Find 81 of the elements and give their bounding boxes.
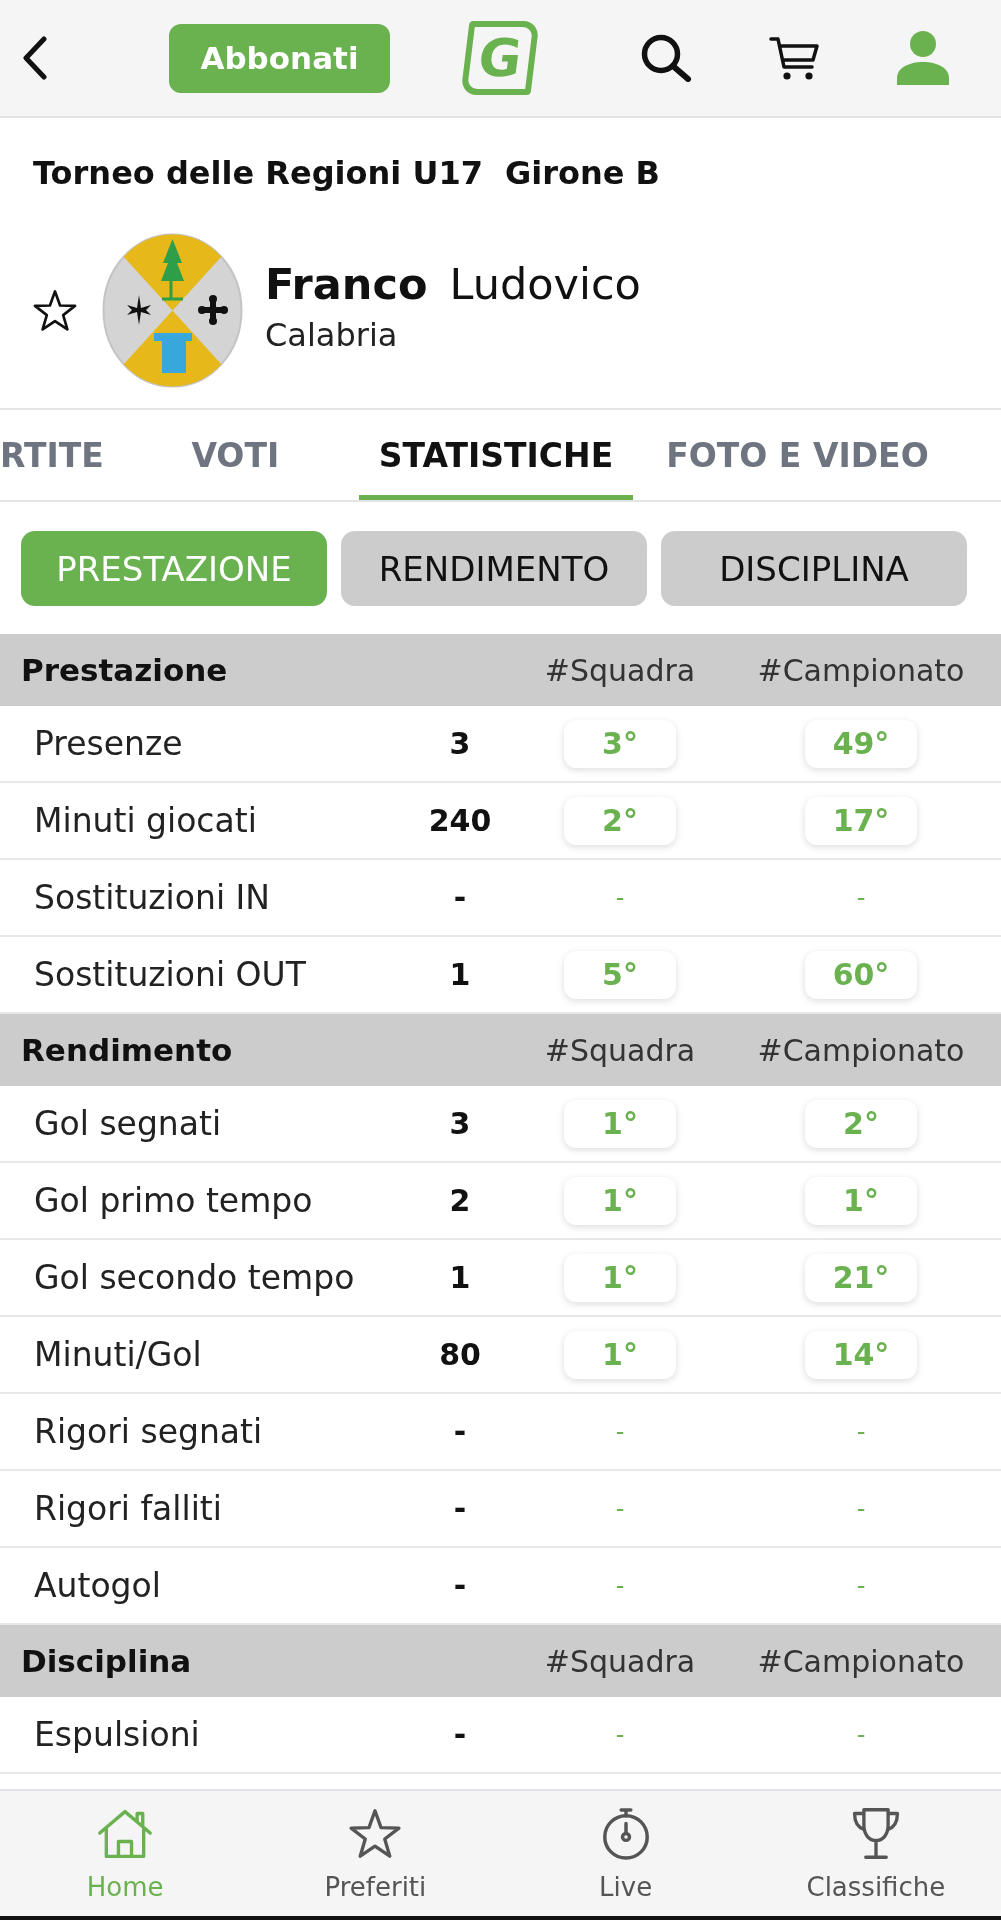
stat-value: -: [453, 1414, 467, 1449]
subscribe-button[interactable]: Abbonati: [169, 23, 390, 93]
nav-item[interactable]: Classifiche: [750, 1791, 1001, 1916]
nav-item[interactable]: Home: [0, 1791, 251, 1916]
column-header: #Squadra: [544, 1032, 696, 1068]
rank-badge: 60°: [805, 950, 917, 999]
rank-text: -: [615, 1494, 625, 1523]
stat-value: 3: [449, 1106, 471, 1141]
section-title: Disciplina: [21, 1643, 193, 1679]
filter-button[interactable]: DISCIPLINA: [661, 531, 967, 606]
stat-value: -: [453, 1568, 467, 1603]
column-header: #Campionato: [757, 652, 965, 688]
stat-label: Gol secondo tempo: [34, 1258, 356, 1297]
stat-value: 2: [449, 1183, 471, 1218]
stat-label: Minuti giocati: [34, 801, 258, 840]
rank-badge: 3°: [564, 719, 676, 768]
rank-badge: 2°: [564, 796, 676, 845]
rank-text: -: [615, 1417, 625, 1446]
stat-label: Sostituzioni OUT: [34, 955, 307, 994]
rank-badge: 2°: [805, 1099, 917, 1148]
group-name: Girone B: [504, 153, 660, 193]
stat-value: -: [453, 880, 467, 915]
rank-text: -: [856, 1720, 866, 1749]
back-icon[interactable]: [22, 36, 48, 80]
rank-badge: 17°: [805, 796, 917, 845]
stat-value: -: [453, 1491, 467, 1526]
rank-text: -: [615, 1720, 625, 1749]
section-title: Rendimento: [21, 1032, 234, 1068]
stat-label: Gol primo tempo: [34, 1181, 314, 1220]
stat-label: Minuti/Gol: [34, 1335, 203, 1374]
player-name: Ludovico: [449, 260, 641, 307]
stat-label: Gol segnati: [34, 1104, 223, 1143]
nav-item[interactable]: Preferiti: [250, 1791, 501, 1916]
column-header: #Campionato: [757, 1643, 965, 1679]
rank-badge: 1°: [564, 1176, 676, 1225]
crest-icon: [102, 233, 243, 388]
filter-button[interactable]: RENDIMENTO: [341, 531, 647, 606]
nav-item[interactable]: Live: [500, 1791, 751, 1916]
rank-text: -: [856, 1571, 866, 1600]
stat-value: -: [453, 1717, 467, 1752]
rank-text: -: [856, 1417, 866, 1446]
stat-label: Rigori falliti: [34, 1489, 223, 1528]
stat-label: Sostituzioni IN: [34, 878, 271, 917]
competition-name: Torneo delle Regioni U17: [33, 153, 483, 193]
rank-badge: 1°: [805, 1176, 917, 1225]
rank-text: -: [856, 1494, 866, 1523]
rank-text: -: [615, 1571, 625, 1600]
rank-badge: 5°: [564, 950, 676, 999]
stat-value: 1: [449, 957, 471, 992]
team-name: Calabria: [265, 316, 399, 353]
stat-label: Autogol: [34, 1566, 162, 1605]
stat-value: 240: [428, 803, 492, 838]
cart-icon[interactable]: [769, 35, 820, 81]
filter-button[interactable]: PRESTAZIONE: [21, 531, 327, 606]
rank-badge: 21°: [805, 1253, 917, 1302]
home-icon: [97, 1807, 154, 1861]
stat-value: 80: [439, 1337, 481, 1372]
logo[interactable]: G: [460, 21, 540, 95]
tab[interactable]: FOTO E VIDEO: [646, 410, 949, 500]
rank-badge: 1°: [564, 1330, 676, 1379]
tab[interactable]: VOTI: [124, 410, 346, 500]
rank-badge: 1°: [564, 1099, 676, 1148]
stat-label: Espulsioni: [34, 1715, 201, 1754]
column-header: #Squadra: [544, 1643, 696, 1679]
column-header: #Campionato: [757, 1032, 965, 1068]
stat-value: 3: [449, 726, 471, 761]
rank-badge: 1°: [564, 1253, 676, 1302]
stat-value: 1: [449, 1260, 471, 1295]
tab[interactable]: STATISTICHE: [358, 410, 634, 500]
column-header: #Squadra: [544, 652, 696, 688]
rank-badge: 49°: [805, 719, 917, 768]
stat-label: Rigori segnati: [34, 1412, 264, 1451]
star-icon[interactable]: [32, 288, 78, 333]
rank-text: -: [615, 883, 625, 912]
rank-text: -: [856, 883, 866, 912]
tab[interactable]: RTITE: [0, 410, 112, 500]
player-surname: Franco: [265, 260, 428, 307]
stat-label: Presenze: [34, 724, 184, 763]
search-icon[interactable]: [641, 34, 692, 82]
section-title: Prestazione: [21, 652, 229, 688]
rank-badge: 14°: [805, 1330, 917, 1379]
